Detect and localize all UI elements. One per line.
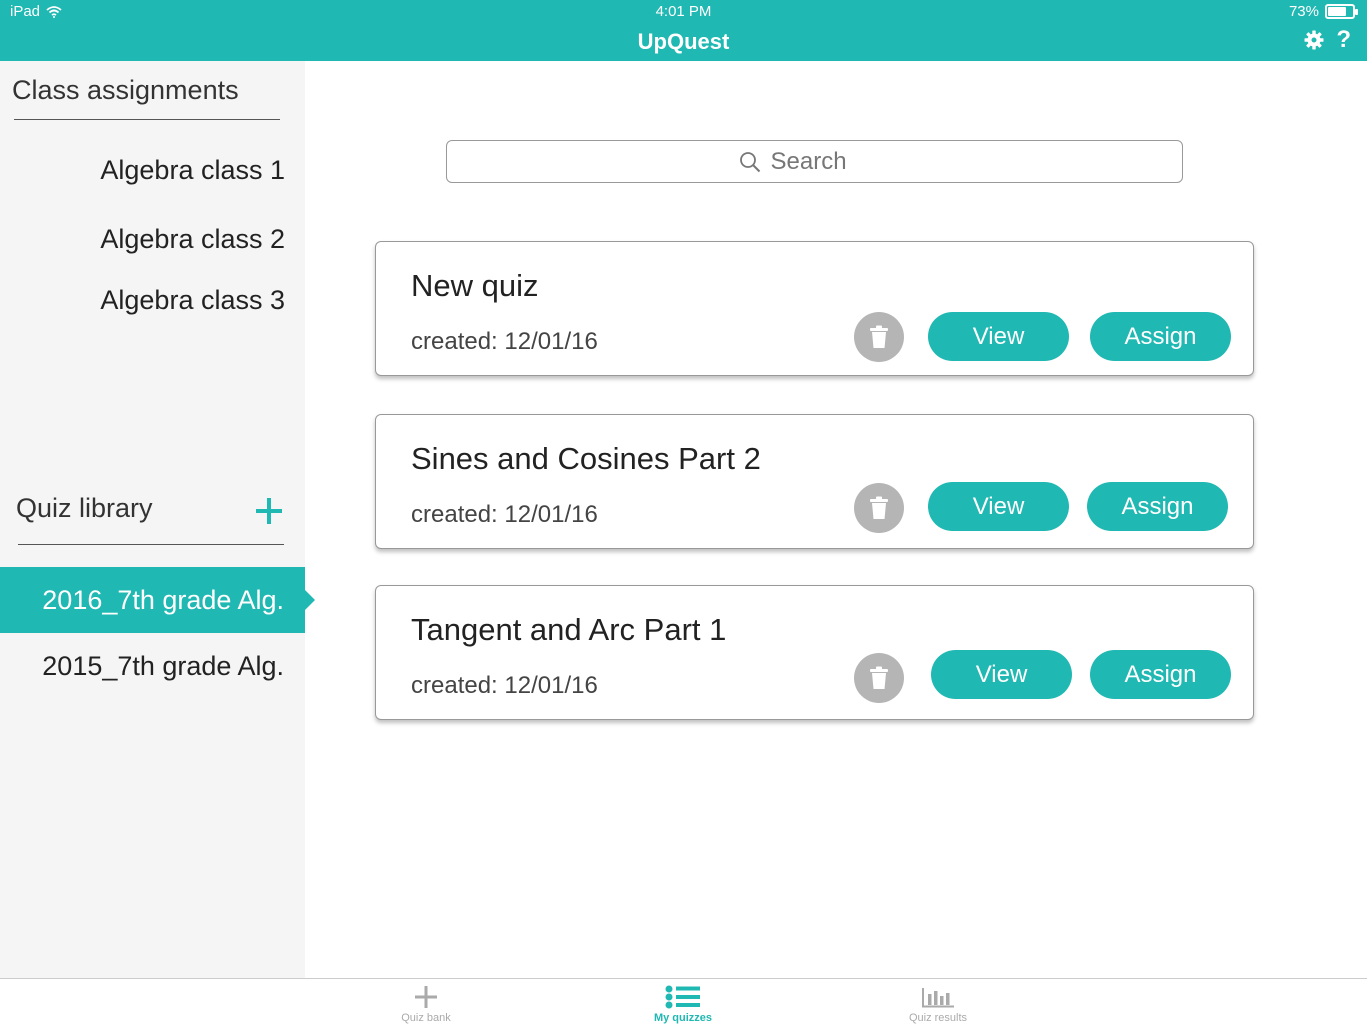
assign-button[interactable]: Assign [1090,312,1231,361]
quiz-title: New quiz [411,268,539,303]
battery-percent: 73% [1288,3,1319,20]
bar-chart-icon [922,988,954,1008]
assign-button[interactable]: Assign [1090,650,1231,699]
search-icon [739,151,760,172]
battery-icon [1325,4,1358,19]
library-item-selected[interactable]: 2016_7th grade Alg. [0,567,315,633]
trash-icon [870,325,888,348]
tab-bar: Quiz bank My quizzes Quiz results [0,978,1367,1025]
list-icon [665,985,700,1009]
delete-button[interactable] [854,312,904,362]
tab-quiz-results[interactable]: Quiz results [878,985,998,1024]
status-time: 4:01 PM [655,3,712,20]
trash-icon [870,666,888,689]
trash-icon [870,496,888,519]
quiz-card: New quiz created: 12/01/16 View Assign [375,241,1254,376]
battery-fill [1328,7,1346,16]
sidebar: Class assignments Algebra class 1 Algebr… [0,61,315,978]
quiz-library-heading: Quiz library [16,493,153,523]
library-heading-divider [18,544,284,545]
tab-label: Quiz bank [401,1012,451,1024]
view-button[interactable]: View [931,650,1072,699]
quiz-title: Sines and Cosines Part 2 [411,441,761,476]
quiz-card: Sines and Cosines Part 2 created: 12/01/… [375,414,1254,549]
quiz-card: Tangent and Arc Part 1 created: 12/01/16… [375,585,1254,720]
tab-label: Quiz results [908,1012,968,1024]
search-bar[interactable] [446,140,1183,183]
app-title: UpQuest [637,29,730,54]
plus-icon [415,986,437,1008]
gear-icon[interactable] [1304,30,1324,50]
class-assignments-heading: Class assignments [12,75,239,105]
class-heading-divider [14,119,280,120]
delete-button[interactable] [854,653,904,703]
class-item[interactable]: Algebra class 1 [100,155,285,186]
tab-label: My quizzes [653,1012,713,1024]
quiz-created-date: created: 12/01/16 [411,501,598,528]
header-actions: ? [1304,28,1351,52]
assign-button[interactable]: Assign [1087,482,1228,531]
quiz-created-date: created: 12/01/16 [411,672,598,699]
class-item[interactable]: Algebra class 2 [100,224,285,255]
top-bar: iPad 4:01 PM 73% UpQuest ? [0,0,1367,61]
tab-quiz-bank[interactable]: Quiz bank [366,985,486,1024]
search-input[interactable] [770,147,891,176]
class-item[interactable]: Algebra class 3 [100,285,285,316]
plus-icon[interactable] [253,495,285,527]
quiz-title: Tangent and Arc Part 1 [411,612,727,647]
view-button[interactable]: View [928,482,1069,531]
quiz-created-date: created: 12/01/16 [411,328,598,355]
library-item[interactable]: 2015_7th grade Alg. [0,633,305,699]
view-button[interactable]: View [928,312,1069,361]
status-right: 73% [1288,3,1358,20]
delete-button[interactable] [854,483,904,533]
help-button[interactable]: ? [1336,28,1351,52]
tab-my-quizzes[interactable]: My quizzes [623,985,743,1024]
